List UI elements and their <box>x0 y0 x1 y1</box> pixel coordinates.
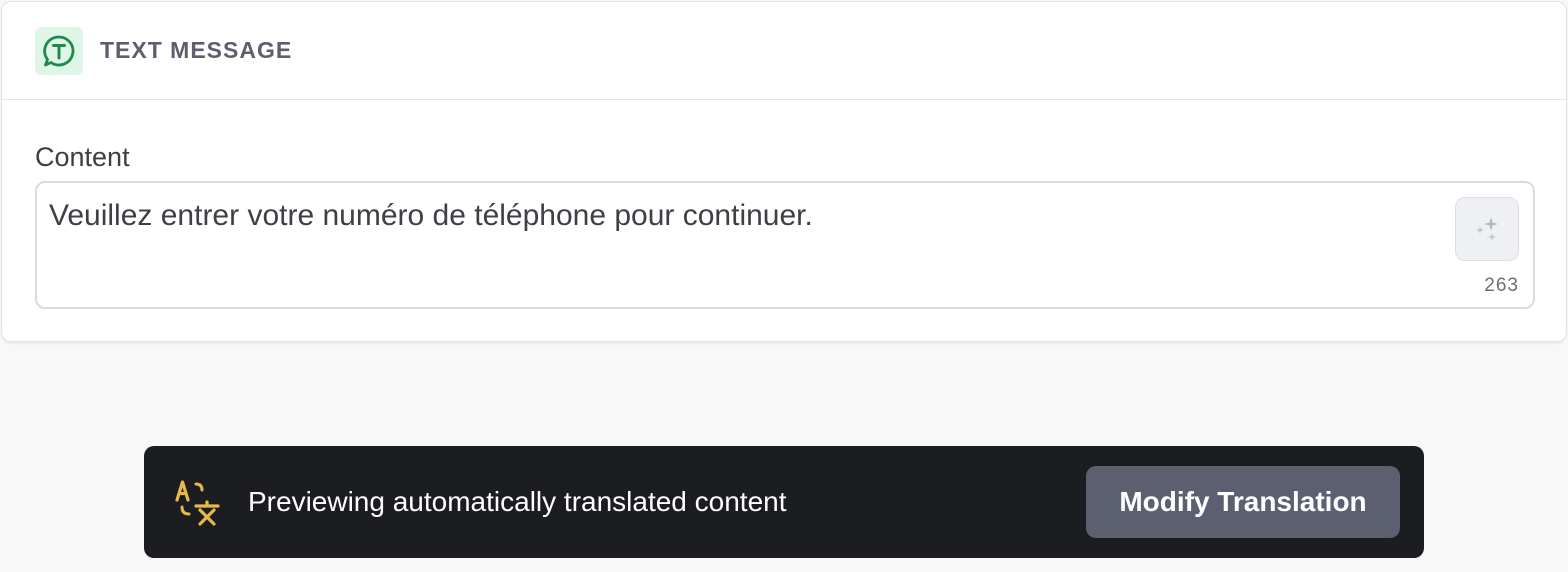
card-title: TEXT MESSAGE <box>100 37 293 63</box>
sparkles-icon <box>1476 217 1498 241</box>
card-header: TEXT MESSAGE <box>2 2 1566 100</box>
translation-preview-banner: Previewing automatically translated cont… <box>144 446 1424 558</box>
content-value: Veuillez entrer votre numéro de téléphon… <box>49 199 813 232</box>
ai-assist-button[interactable] <box>1455 197 1519 261</box>
translate-icon <box>175 480 220 526</box>
text-message-card: TEXT MESSAGE Content Veuillez entrer vot… <box>1 1 1567 342</box>
banner-message: Previewing automatically translated cont… <box>248 486 787 517</box>
character-count: 263 <box>1484 275 1519 296</box>
content-textarea[interactable]: Veuillez entrer votre numéro de téléphon… <box>35 181 1535 309</box>
chat-bubble-t-icon <box>35 26 83 75</box>
content-label: Content <box>35 142 130 172</box>
modify-translation-button[interactable]: Modify Translation <box>1086 466 1400 538</box>
